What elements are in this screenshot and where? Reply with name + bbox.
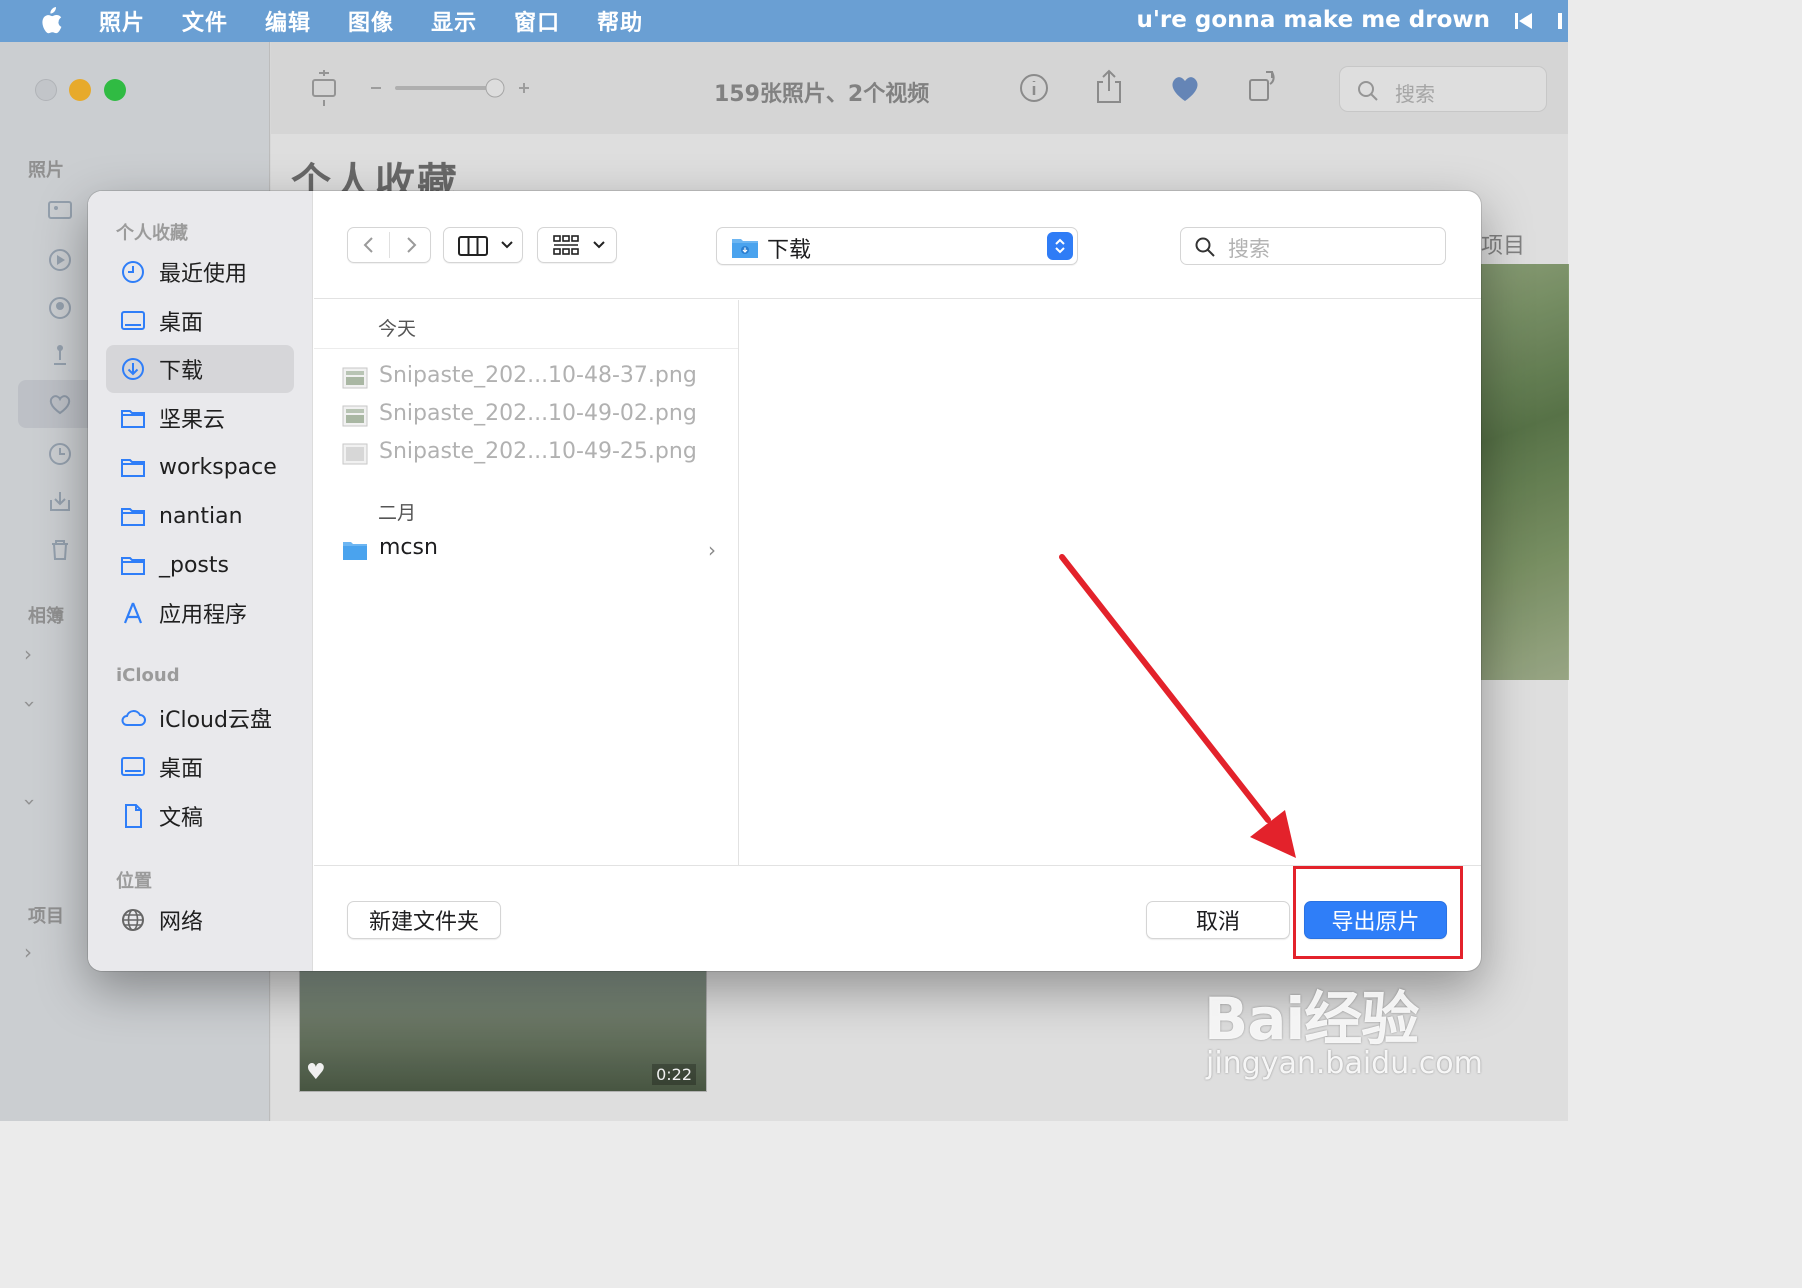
sidebar-item-label: 坚果云 xyxy=(159,408,226,433)
list-item[interactable]: Snipaste_202...10-48-37.png xyxy=(342,360,722,396)
menu-edit[interactable]: 编辑 xyxy=(265,5,311,37)
columns-icon xyxy=(458,236,488,256)
globe-icon xyxy=(122,909,144,931)
sidebar-item-applications[interactable]: 应用程序 xyxy=(106,589,294,637)
watermark-url: jingyan.baidu.com xyxy=(1206,1046,1483,1081)
new-folder-button[interactable]: 新建文件夹 xyxy=(347,901,501,939)
sidebar-item-downloads[interactable]: 下载 xyxy=(106,345,294,393)
highlight-box-annotation xyxy=(1293,866,1463,959)
sidebar-item-label: 桌面 xyxy=(159,757,204,782)
file-name: Snipaste_202...10-48-37.png xyxy=(379,363,697,388)
sidebar-item-label: 最近使用 xyxy=(159,262,248,287)
sidebar-item-label: iCloud云盘 xyxy=(159,708,272,733)
list-item[interactable]: Snipaste_202...10-49-25.png xyxy=(342,436,722,472)
chevron-down-icon xyxy=(501,241,513,249)
clock-icon xyxy=(122,261,144,283)
baidu-watermark: Bai经验 jingyan.baidu.com xyxy=(1204,966,1494,1096)
back-forward-buttons xyxy=(347,227,431,263)
sidebar-item-posts[interactable]: _posts xyxy=(106,541,294,589)
sidebar-item-jianguoyun[interactable]: 坚果云 xyxy=(106,394,294,442)
file-name: mcsn xyxy=(379,535,438,560)
locations-header: 位置 xyxy=(116,871,152,892)
downloads-folder-icon xyxy=(732,239,758,258)
group-view-button[interactable] xyxy=(537,227,617,263)
download-icon xyxy=(122,358,144,380)
popup-stepper xyxy=(1047,232,1073,260)
sidebar-item-label: 下载 xyxy=(159,359,204,384)
menu-window[interactable]: 窗口 xyxy=(514,5,560,37)
list-item[interactable]: Snipaste_202...10-49-02.png xyxy=(342,398,722,434)
cancel-button[interactable]: 取消 xyxy=(1146,901,1290,939)
menu-bar: 照片 文件 编辑 图像 显示 窗口 帮助 u're gonna make me … xyxy=(0,0,1568,42)
folder-icon xyxy=(343,542,367,560)
previous-track-icon[interactable] xyxy=(1514,11,1534,31)
file-name: Snipaste_202...10-49-02.png xyxy=(379,401,697,426)
dialog-toolbar: 下载 搜索 xyxy=(314,191,1481,299)
image-file-icon xyxy=(342,405,368,427)
up-down-chevron-icon xyxy=(1055,238,1065,254)
menu-file[interactable]: 文件 xyxy=(182,5,228,37)
folder-icon xyxy=(121,459,145,477)
chevron-down-icon xyxy=(593,241,605,249)
desktop-icon xyxy=(121,311,145,330)
sidebar-item-label: workspace xyxy=(159,454,277,480)
back-button[interactable] xyxy=(360,236,378,254)
chevron-right-icon: › xyxy=(708,538,716,562)
now-playing-text[interactable]: u're gonna make me drown xyxy=(1137,7,1490,33)
image-file-icon xyxy=(342,443,368,465)
sidebar-item-label: 桌面 xyxy=(159,311,204,336)
folder-icon xyxy=(121,557,145,575)
cloud-icon xyxy=(121,710,146,726)
dialog-search-field[interactable]: 搜索 xyxy=(1180,227,1446,265)
divider xyxy=(314,348,738,349)
sidebar-item-label: nantian xyxy=(159,503,243,529)
sidebar-item-documents[interactable]: 文稿 xyxy=(106,792,294,840)
location-popup[interactable]: 下载 xyxy=(716,227,1078,265)
grid-icon xyxy=(553,235,579,255)
export-dialog: 个人收藏 最近使用 桌面 下载 坚果云 workspace nantian _p… xyxy=(88,191,1481,971)
group-header-february: 二月 xyxy=(378,502,417,524)
divider xyxy=(389,232,390,258)
sidebar-item-recents[interactable]: 最近使用 xyxy=(106,248,294,296)
group-header-today: 今天 xyxy=(378,318,417,340)
applications-icon xyxy=(123,602,143,624)
menu-help[interactable]: 帮助 xyxy=(597,5,643,37)
image-file-icon xyxy=(342,367,368,389)
search-icon xyxy=(1195,237,1215,257)
dialog-sidebar: 个人收藏 最近使用 桌面 下载 坚果云 workspace nantian _p… xyxy=(88,191,313,971)
folder-icon xyxy=(121,508,145,526)
watermark-logo-text: Bai经验 xyxy=(1204,985,1419,1053)
preview-column xyxy=(740,300,1481,865)
sidebar-item-label: 网络 xyxy=(159,910,204,935)
menu-items: 照片 文件 编辑 图像 显示 窗口 帮助 xyxy=(99,0,643,42)
file-name: Snipaste_202...10-49-25.png xyxy=(379,439,697,464)
sidebar-item-icloud-drive[interactable]: iCloud云盘 xyxy=(106,694,294,742)
sidebar-item-icloud-desktop[interactable]: 桌面 xyxy=(106,743,294,791)
favorites-header: 个人收藏 xyxy=(116,223,188,244)
sidebar-item-network[interactable]: 网络 xyxy=(106,896,294,944)
document-icon xyxy=(125,804,142,828)
menu-view[interactable]: 显示 xyxy=(431,5,477,37)
dialog-search-placeholder: 搜索 xyxy=(1228,237,1270,261)
sidebar-item-nantian[interactable]: nantian xyxy=(106,492,294,540)
folder-icon xyxy=(121,410,145,428)
menu-image[interactable]: 图像 xyxy=(348,5,394,37)
file-column: 今天 Snipaste_202...10-48-37.png Snipaste_… xyxy=(314,300,739,865)
column-view-button[interactable] xyxy=(443,227,523,263)
sidebar-item-label: _posts xyxy=(159,552,229,578)
sidebar-item-label: 应用程序 xyxy=(159,603,248,628)
location-label: 下载 xyxy=(767,238,812,263)
menu-photos[interactable]: 照片 xyxy=(99,5,145,37)
forward-button[interactable] xyxy=(402,236,420,254)
play-pause-icon[interactable] xyxy=(1556,11,1568,31)
sidebar-item-workspace[interactable]: workspace xyxy=(106,443,294,491)
sidebar-item-label: 文稿 xyxy=(159,806,204,831)
sidebar-item-desktop[interactable]: 桌面 xyxy=(106,297,294,345)
icloud-header: iCloud xyxy=(116,665,180,686)
apple-icon[interactable] xyxy=(37,6,63,36)
list-item[interactable]: mcsn › xyxy=(342,532,722,568)
desktop-icon xyxy=(121,757,145,776)
